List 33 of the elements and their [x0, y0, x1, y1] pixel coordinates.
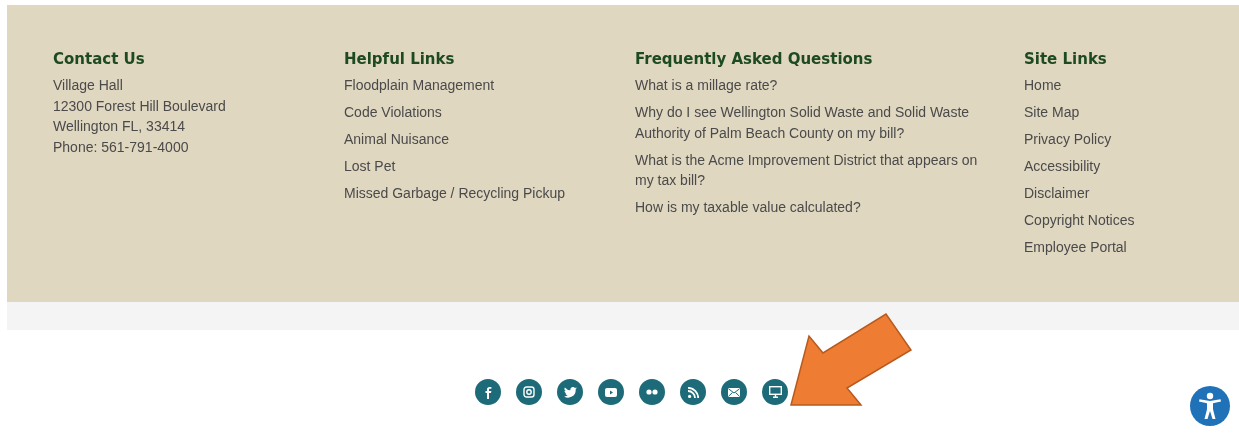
column-heading: Contact Us [53, 49, 146, 69]
two-dots-icon[interactable] [639, 379, 665, 405]
footer-link[interactable]: Why do I see Wellington Solid Waste and Solid Waste Authority of Palm Beach County on my bill? [635, 102, 985, 143]
footer-link[interactable]: Accessibility [1024, 156, 1224, 177]
footer-link[interactable]: Floodplain Management [344, 75, 635, 96]
twitter-icon[interactable] [557, 379, 583, 405]
column-heading: Frequently Asked Questions [635, 49, 874, 69]
footer-link[interactable]: Missed Garbage / Recycling Pickup [344, 183, 635, 204]
footer-link[interactable]: Site Map [1024, 102, 1224, 123]
facebook-icon[interactable] [475, 379, 501, 405]
footer-link[interactable]: What is the Acme Improvement District that appears on my tax bill? [635, 149, 985, 191]
rss-icon[interactable] [680, 379, 706, 405]
footer-link[interactable]: Lost Pet [344, 156, 635, 177]
address-line: Phone: 561-791-4000 [53, 137, 190, 157]
address-line: Wellington FL, 33414 [53, 117, 187, 136]
footer-link[interactable]: Home [1024, 75, 1224, 96]
monitor-icon[interactable] [762, 379, 788, 405]
footer-link[interactable]: Code Violations [344, 102, 635, 123]
footer-link[interactable]: Copyright Notices [1024, 210, 1224, 231]
footer-link[interactable]: What is a millage rate? [635, 75, 985, 96]
footer-link[interactable]: How is my taxable value calculated? [635, 197, 985, 218]
accessibility-icon[interactable] [1190, 386, 1230, 426]
footer-link[interactable]: Employee Portal [1024, 237, 1224, 258]
footer-link[interactable]: Disclaimer [1024, 183, 1224, 204]
instagram-icon[interactable] [516, 379, 542, 405]
address-line: Village Hall [53, 76, 124, 95]
email-icon[interactable] [721, 379, 747, 405]
footer-link[interactable]: Animal Nuisance [344, 129, 635, 150]
address-line: 12300 Forest Hill Boulevard [53, 96, 227, 116]
column-heading: Site Links [1024, 49, 1108, 69]
column-heading: Helpful Links [344, 49, 456, 69]
footer-link[interactable]: Privacy Policy [1024, 129, 1224, 150]
video-play-icon[interactable] [598, 379, 624, 405]
